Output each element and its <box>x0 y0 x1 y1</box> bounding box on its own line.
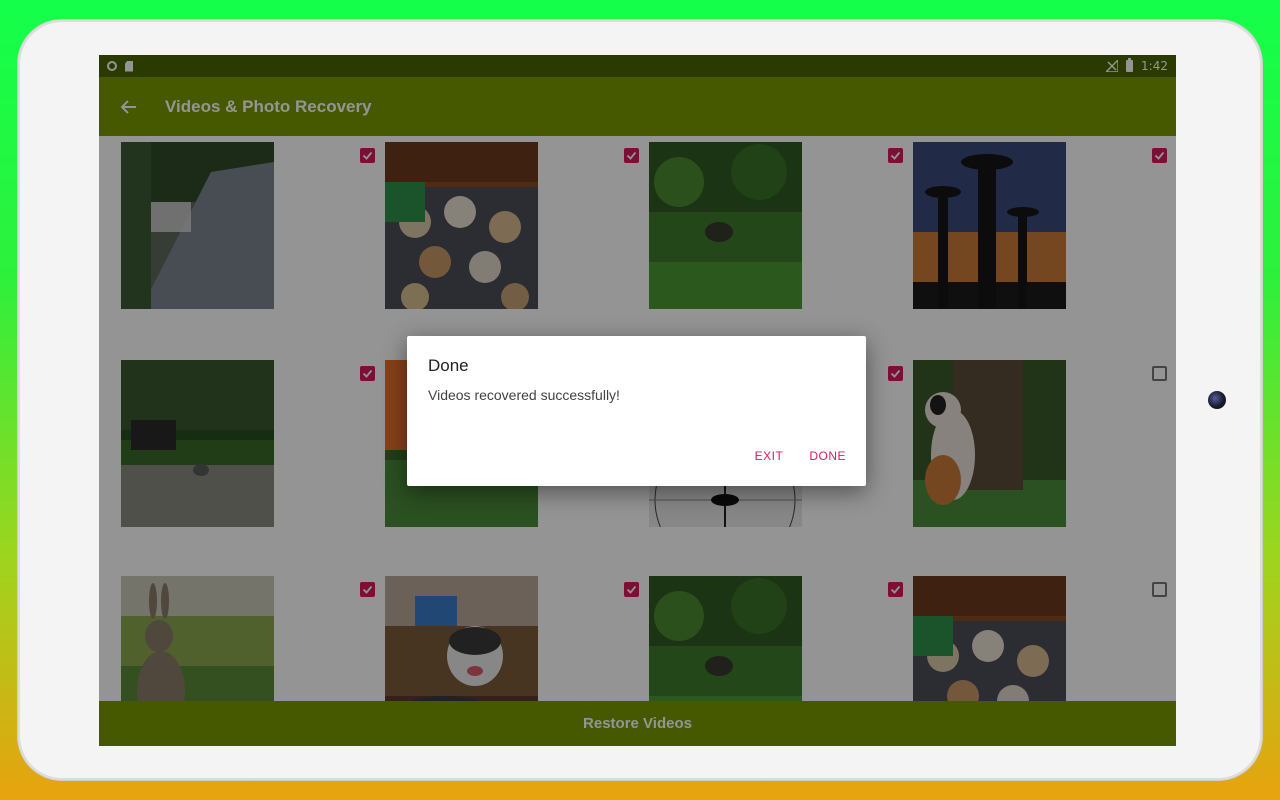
app-screen: 1:42 Videos & Photo Recovery Restore Vid… <box>99 55 1176 746</box>
dialog-message: Videos recovered successfully! <box>428 387 620 403</box>
exit-button[interactable]: EXIT <box>755 449 784 463</box>
done-button[interactable]: DONE <box>809 449 846 463</box>
dialog-title: Done <box>428 356 469 375</box>
done-dialog: Done Videos recovered successfully! EXIT… <box>407 336 866 486</box>
front-camera-icon <box>1208 391 1226 409</box>
